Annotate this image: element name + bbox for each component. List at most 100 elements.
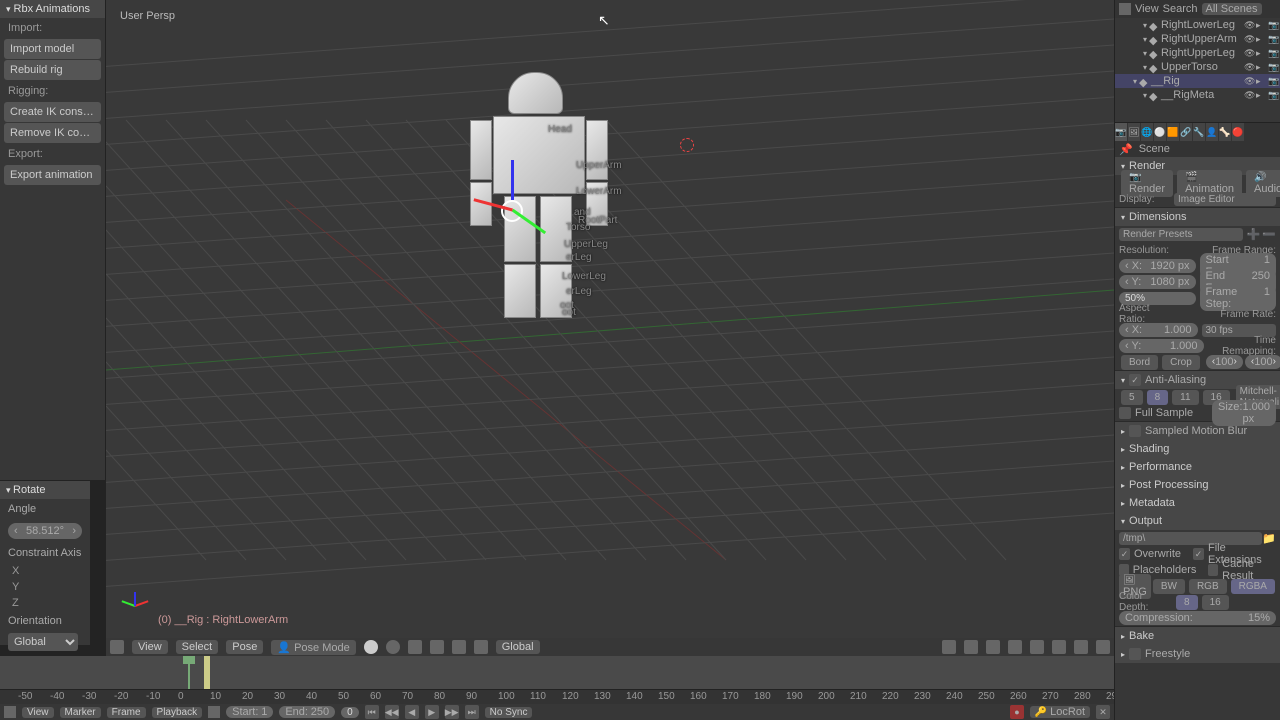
- search-menu[interactable]: Search: [1163, 3, 1198, 15]
- aspect-y-field[interactable]: ‹ Y:1.000: [1119, 339, 1204, 353]
- aa-11-button[interactable]: 11: [1172, 390, 1198, 405]
- playback-menu[interactable]: Playback: [152, 707, 203, 718]
- post-header[interactable]: Post Processing: [1115, 476, 1280, 494]
- create-ik-button[interactable]: Create IK constraints: [4, 102, 101, 122]
- manip-icon[interactable]: [474, 640, 488, 654]
- remap-new-field[interactable]: ‹ 100 ›: [1245, 355, 1280, 369]
- lock-icon[interactable]: [208, 706, 220, 718]
- view-menu[interactable]: View: [132, 640, 168, 654]
- orientation-select[interactable]: Global: [496, 640, 540, 654]
- frame-menu[interactable]: Frame: [107, 707, 146, 718]
- import-model-button[interactable]: Import model: [4, 39, 101, 59]
- export-anim-button[interactable]: Export animation: [4, 165, 101, 185]
- data-tab-icon[interactable]: 👤: [1206, 123, 1218, 141]
- close-icon[interactable]: ✕: [1096, 705, 1110, 719]
- editor-type-icon[interactable]: [4, 706, 16, 718]
- play-rev-icon[interactable]: ◀: [405, 705, 419, 719]
- shading-header[interactable]: Shading: [1115, 440, 1280, 458]
- layer-icon[interactable]: [964, 640, 978, 654]
- material-tab-icon[interactable]: 🔴: [1232, 123, 1244, 141]
- compression-field[interactable]: Compression:15%: [1119, 611, 1276, 625]
- axis-y[interactable]: Y: [0, 579, 90, 595]
- 3d-viewport[interactable]: User Persp Head UpperArm LowerArm and Ro…: [106, 0, 1114, 638]
- autokey-icon[interactable]: ●: [1010, 705, 1024, 719]
- world-tab-icon[interactable]: ⚪: [1154, 123, 1166, 141]
- layer-icon[interactable]: [1096, 640, 1110, 654]
- timeline-ruler[interactable]: -50-40-30-20-100102030405060708090100110…: [0, 690, 1114, 704]
- start-frame-field[interactable]: Start: 1: [226, 706, 273, 718]
- play-icon[interactable]: ▶: [425, 705, 439, 719]
- view-menu[interactable]: View: [1135, 3, 1159, 15]
- rebuild-rig-button[interactable]: Rebuild rig: [4, 60, 101, 80]
- layer-icon[interactable]: [1052, 640, 1066, 654]
- scene-tab-icon[interactable]: 🌐: [1141, 123, 1153, 141]
- outliner-item[interactable]: ▾◆__Rig👁▸📷: [1115, 74, 1280, 88]
- modifier-tab-icon[interactable]: 🔧: [1193, 123, 1205, 141]
- aspect-x-field[interactable]: ‹ X:1.000: [1119, 323, 1198, 337]
- editor-type-icon[interactable]: [110, 640, 124, 654]
- presets-select[interactable]: Render Presets: [1119, 228, 1243, 241]
- crop-button[interactable]: Crop: [1162, 355, 1200, 370]
- outliner-item[interactable]: ▾◆RightUpperArm👁▸📷: [1115, 32, 1280, 46]
- aa-5-button[interactable]: 5: [1121, 390, 1143, 405]
- pose-menu[interactable]: Pose: [226, 640, 263, 654]
- rotate-header[interactable]: Rotate: [0, 481, 90, 499]
- metadata-header[interactable]: Metadata: [1115, 494, 1280, 512]
- output-header[interactable]: Output: [1115, 512, 1280, 530]
- axis-z[interactable]: Z: [0, 595, 90, 611]
- frame-step-field[interactable]: Frame Step:1: [1200, 285, 1277, 311]
- keying-set[interactable]: 🔑 LocRot: [1030, 706, 1090, 718]
- orientation-select[interactable]: Global: [8, 633, 78, 651]
- layer-icon[interactable]: [1008, 640, 1022, 654]
- layer-icon[interactable]: [1030, 640, 1044, 654]
- view-menu[interactable]: View: [22, 707, 54, 718]
- aa-8-button[interactable]: 8: [1147, 390, 1169, 405]
- timeline-track[interactable]: [0, 656, 1114, 690]
- shading-icon[interactable]: [364, 640, 378, 654]
- fileext-checkbox[interactable]: ✓: [1193, 548, 1204, 560]
- cache-checkbox[interactable]: [1208, 564, 1218, 576]
- depth-8-button[interactable]: 8: [1176, 595, 1198, 610]
- rgb-button[interactable]: RGB: [1189, 579, 1227, 594]
- freestyle-header[interactable]: Freestyle: [1115, 645, 1280, 663]
- layer-icon[interactable]: [1074, 640, 1088, 654]
- axis-x[interactable]: X: [0, 563, 90, 579]
- fullsample-checkbox[interactable]: [1119, 407, 1131, 419]
- remove-ik-button[interactable]: Remove IK constrai...: [4, 123, 101, 143]
- res-y-field[interactable]: ‹ Y:1080 px: [1119, 275, 1196, 289]
- scenes-select[interactable]: All Scenes: [1202, 3, 1262, 15]
- outliner-item[interactable]: ▾◆RightUpperLeg👁▸📷: [1115, 46, 1280, 60]
- depth-16-button[interactable]: 16: [1202, 595, 1229, 610]
- bone-tab-icon[interactable]: 🦴: [1219, 123, 1231, 141]
- outliner-item[interactable]: ▾◆RightLowerLeg👁▸📷: [1115, 18, 1280, 32]
- jump-start-icon[interactable]: ⏮: [365, 705, 379, 719]
- object-tab-icon[interactable]: 🟧: [1167, 123, 1179, 141]
- current-frame-field[interactable]: 0: [341, 707, 359, 718]
- pivot-icon[interactable]: [408, 640, 422, 654]
- manip-icon[interactable]: [452, 640, 466, 654]
- constraint-tab-icon[interactable]: 🔗: [1180, 123, 1192, 141]
- angle-field[interactable]: ‹58.512°›: [8, 523, 82, 539]
- marker-menu[interactable]: Marker: [60, 707, 101, 718]
- render-button[interactable]: 📷 Render: [1121, 170, 1173, 197]
- shading-icon[interactable]: [386, 640, 400, 654]
- performance-header[interactable]: Performance: [1115, 458, 1280, 476]
- manip-icon[interactable]: [430, 640, 444, 654]
- border-button[interactable]: Bord: [1121, 355, 1158, 370]
- rgba-button[interactable]: RGBA: [1231, 579, 1275, 594]
- outliner-item[interactable]: ▾◆__RigMeta👁▸📷: [1115, 88, 1280, 102]
- prev-key-icon[interactable]: ◀◀: [385, 705, 399, 719]
- layer-icon[interactable]: [986, 640, 1000, 654]
- bake-header[interactable]: Bake: [1115, 627, 1280, 645]
- dimensions-header[interactable]: Dimensions: [1115, 208, 1280, 226]
- display-select[interactable]: Image Editor: [1174, 193, 1276, 206]
- aa-size-field[interactable]: Size:1.000 px: [1212, 400, 1276, 426]
- mode-select[interactable]: 👤 Pose Mode: [271, 640, 355, 655]
- outliner-item[interactable]: ▾◆UpperTorso👁▸📷: [1115, 60, 1280, 74]
- render-tab-icon[interactable]: 📷: [1115, 123, 1127, 141]
- aa-checkbox[interactable]: ✓: [1129, 374, 1141, 386]
- layer-icon[interactable]: [942, 640, 956, 654]
- select-menu[interactable]: Select: [176, 640, 219, 654]
- jump-end-icon[interactable]: ⏭: [465, 705, 479, 719]
- end-frame-field[interactable]: End: 250: [279, 706, 335, 718]
